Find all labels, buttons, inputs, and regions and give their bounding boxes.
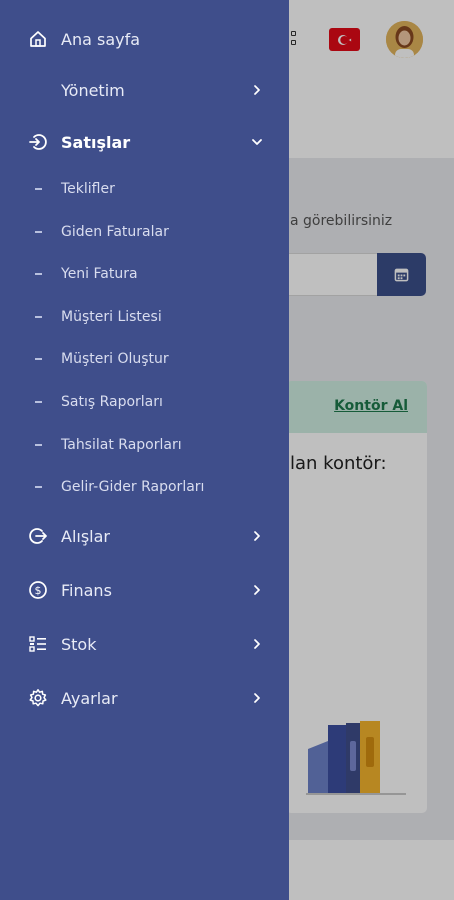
- chevron-right-icon: [254, 585, 260, 595]
- submenu-label: Müşteri Oluştur: [61, 351, 169, 367]
- menu-item-ayarlar[interactable]: Ayarlar: [0, 678, 289, 718]
- sign-out-icon: [27, 525, 49, 547]
- chevron-down-icon: [252, 139, 262, 145]
- menu-label: Ayarlar: [61, 688, 118, 708]
- submenu-label: Teklifler: [61, 181, 115, 197]
- menu-label: Stok: [61, 634, 97, 654]
- chevron-right-icon: [254, 531, 260, 541]
- submenu-item-satis-raporlari[interactable]: Satış Raporları: [0, 387, 289, 417]
- submenu-label: Yeni Fatura: [61, 266, 138, 282]
- menu-item-finans[interactable]: $ Finans: [0, 570, 289, 610]
- menu-item-ana-sayfa[interactable]: Ana sayfa: [0, 19, 289, 59]
- submenu-label: Tahsilat Raporları: [61, 437, 182, 453]
- submenu-label: Satış Raporları: [61, 394, 163, 410]
- dash-bullet: [35, 401, 42, 403]
- menu-item-yonetim[interactable]: Yönetim: [0, 70, 289, 110]
- submenu-label: Giden Faturalar: [61, 224, 169, 240]
- home-icon: [27, 28, 49, 50]
- submenu-item-tahsilat-raporlari[interactable]: Tahsilat Raporları: [0, 430, 289, 460]
- chevron-right-icon: [254, 639, 260, 649]
- dash-bullet: [35, 188, 42, 190]
- submenu-item-gelir-gider-raporlari[interactable]: Gelir-Gider Raporları: [0, 472, 289, 502]
- submenu-item-musteri-listesi[interactable]: Müşteri Listesi: [0, 302, 289, 332]
- dash-bullet: [35, 231, 42, 233]
- dash-bullet: [35, 444, 42, 446]
- submenu-label: Müşteri Listesi: [61, 309, 162, 325]
- menu-label: Alışlar: [61, 526, 110, 546]
- dash-bullet: [35, 486, 42, 488]
- dash-bullet: [35, 316, 42, 318]
- menu-item-alislar[interactable]: Alışlar: [0, 516, 289, 556]
- submenu-item-giden-faturalar[interactable]: Giden Faturalar: [0, 217, 289, 247]
- dash-bullet: [35, 273, 42, 275]
- menu-item-satislar[interactable]: Satışlar: [0, 122, 289, 162]
- menu-label: Finans: [61, 580, 112, 600]
- dash-bullet: [35, 358, 42, 360]
- submenu-item-musteri-olustur[interactable]: Müşteri Oluştur: [0, 344, 289, 374]
- menu-label: Satışlar: [61, 132, 131, 152]
- sign-in-icon: [27, 131, 49, 153]
- money-circle-icon: $: [27, 579, 49, 601]
- submenu-item-yeni-fatura[interactable]: Yeni Fatura: [0, 259, 289, 289]
- chevron-right-icon: [254, 85, 260, 95]
- menu-item-stok[interactable]: Stok: [0, 624, 289, 664]
- chevron-right-icon: [254, 693, 260, 703]
- menu-label: Ana sayfa: [61, 29, 141, 49]
- list-icon: [27, 633, 49, 655]
- submenu-label: Gelir-Gider Raporları: [61, 479, 205, 495]
- submenu-item-teklifler[interactable]: Teklifler: [0, 174, 289, 204]
- gear-icon: [27, 687, 49, 709]
- menu-label: Yönetim: [61, 80, 125, 100]
- navigation-drawer: Ana sayfa Yönetim Satışlar Teklifler Gid…: [0, 0, 289, 900]
- svg-text:$: $: [35, 584, 42, 597]
